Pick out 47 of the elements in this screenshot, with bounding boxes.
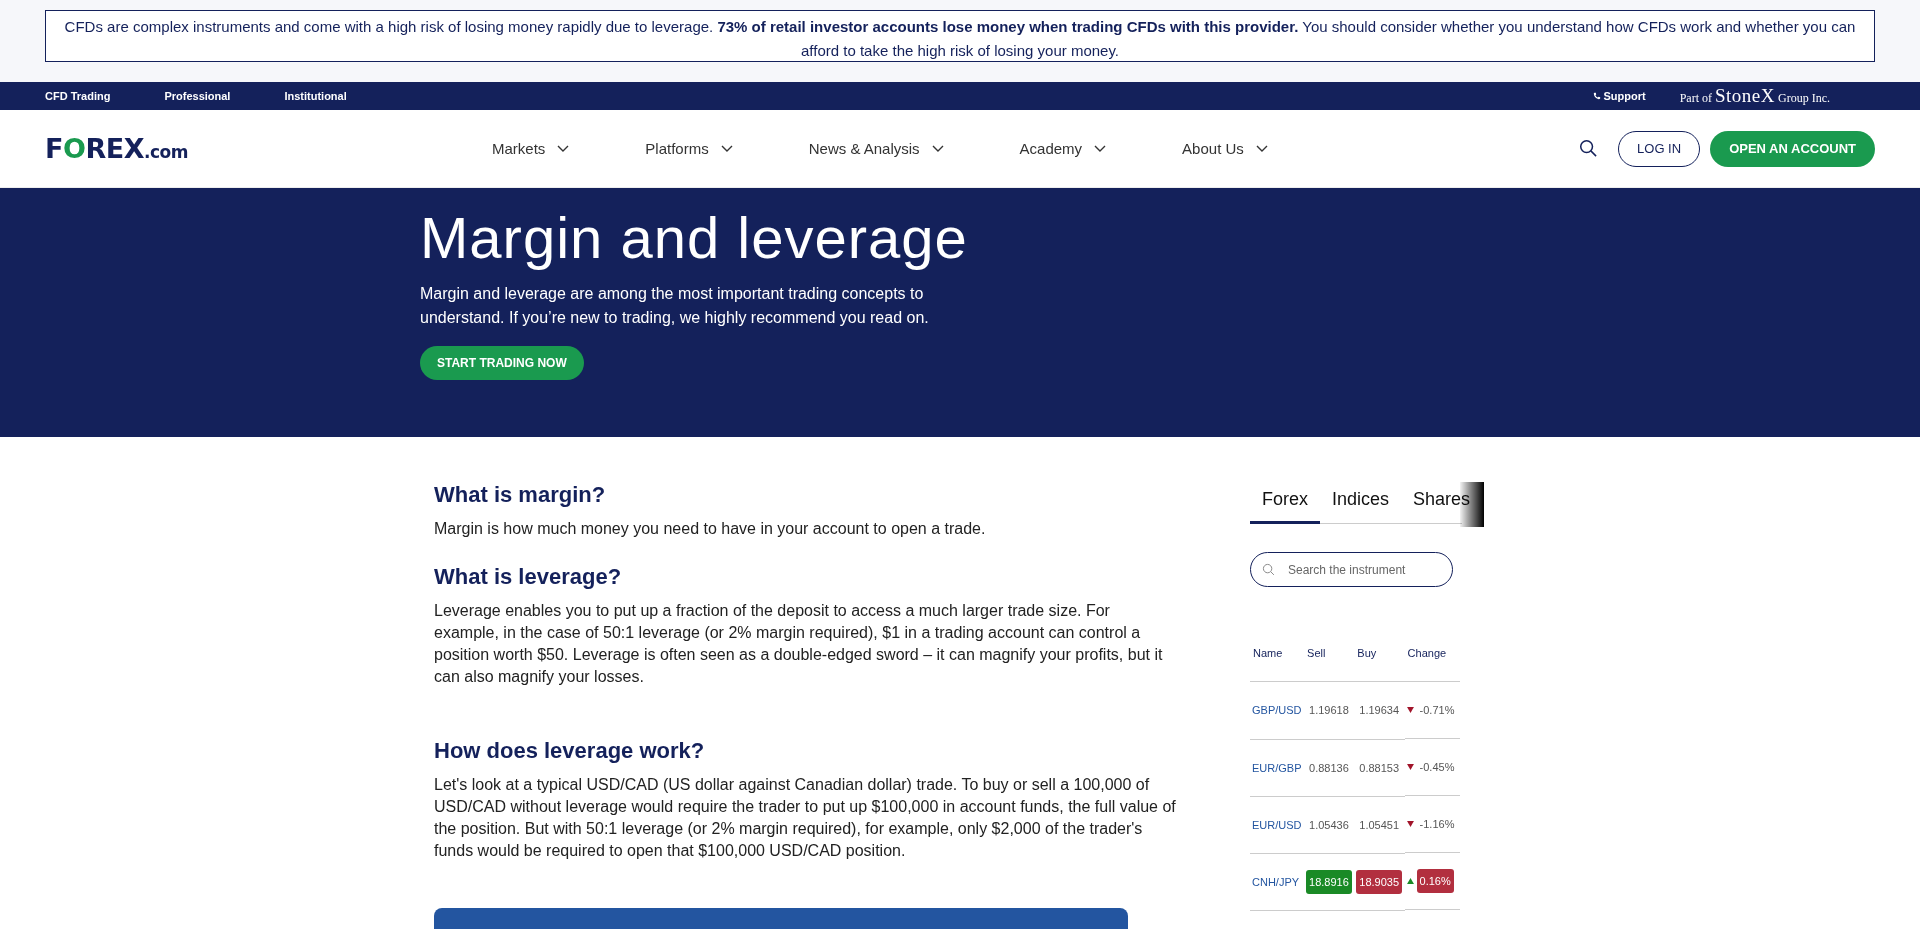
top-link[interactable]: CFD Trading — [45, 90, 111, 102]
buy-price: 1.19634 — [1358, 703, 1401, 719]
start-trading-button[interactable]: START TRADING NOW — [420, 346, 584, 380]
sell-price: 1.19618 — [1308, 703, 1350, 719]
change-value: 0.16% — [1416, 869, 1454, 893]
column-header: Sell — [1304, 625, 1355, 682]
open-account-button[interactable]: OPEN AN ACCOUNT — [1710, 130, 1875, 167]
nav-menu-item[interactable]: Platforms — [645, 140, 733, 157]
section-heading: What is margin? — [434, 482, 607, 508]
nav-menu-item[interactable]: News & Analysis — [808, 140, 944, 157]
section-heading: How does leverage work? — [434, 738, 706, 764]
instrument-link[interactable]: EUR/USD — [1252, 818, 1302, 831]
buy-price: 0.88153 — [1358, 760, 1401, 776]
buy-price: 18.9035 — [1356, 869, 1403, 894]
nav-menu-item[interactable]: Academy — [1019, 140, 1107, 157]
login-button[interactable]: LOG IN — [1618, 130, 1701, 167]
market-tab[interactable]: Indices — [1320, 477, 1402, 524]
top-link[interactable]: Institutional — [284, 90, 347, 102]
sell-price: 0.88136 — [1308, 760, 1350, 776]
section-heading: What is leverage? — [434, 564, 623, 590]
instrument-link[interactable]: EUR/GBP — [1252, 761, 1302, 774]
instrument-link[interactable]: CNH/JPY — [1252, 875, 1300, 888]
sell-price: 1.05436 — [1308, 817, 1350, 833]
top-link[interactable]: Professional — [164, 90, 231, 102]
market-tab[interactable]: Forex — [1250, 477, 1320, 524]
column-header: Change — [1404, 625, 1460, 682]
partner-logo: Part of StoneX Group Inc. — [1679, 85, 1830, 107]
nav-menu-item[interactable]: Markets — [492, 140, 570, 157]
column-header: Buy — [1354, 625, 1405, 682]
market-tab[interactable]: Shares — [1401, 477, 1483, 524]
risk-warning: CFDs are complex instruments and come with a high risk of losing money rapidly due to leverage. 73% of retail investor accounts lose money when trading CFDs with this provider. You should consider whether you understand how CFDs work and whether you can afford to take the high risk of losing your money. — [45, 10, 1875, 62]
support-link[interactable]: Support — [1592, 90, 1646, 102]
instrument-link[interactable]: GBP/USD — [1252, 704, 1302, 717]
column-header: Name — [1250, 625, 1305, 682]
change-value: -0.71% — [1418, 703, 1456, 718]
change-value: -0.45% — [1418, 760, 1456, 775]
paragraph: Margin is how much money you need to have in your account to open a trade. — [434, 519, 987, 539]
sell-price: 18.8916 — [1306, 869, 1352, 894]
change-value: -1.16% — [1418, 817, 1456, 832]
nav-menu-item[interactable]: About Us — [1182, 140, 1268, 157]
hero-text: Margin and leverage are among the most important trading concepts to understand. If you’re new to trading, we highly recommend you read on. — [420, 284, 930, 328]
site-logo[interactable]: FOREX.com — [45, 133, 230, 164]
buy-price: 1.05451 — [1358, 817, 1401, 833]
paragraph: Let's look at a typical USD/CAD (US dollar against Canadian dollar) trade. To buy or sell a 100,000 of USD/CAD without leverage would require the trader to put up $100,000 in account funds, the full value of the position. But with 50:1 leverage (or 2% margin required), for example, only $2,000 of the trader's funds would be required to open that $100,000 USD/CAD position. — [434, 775, 1177, 861]
page-title: Margin and leverage — [420, 206, 969, 270]
paragraph: Leverage enables you to put up a fraction of the deposit to access a much larger trade size. For example, in the case of 50:1 leverage (or 2% margin required), $1 in a trading account can control a position worth $50. Leverage is often seen as a double-edged sword – it can magnify your profits, but it can also magnify your losses. — [434, 601, 1164, 687]
instrument-search-field[interactable]: Search the instrument — [1250, 552, 1453, 587]
